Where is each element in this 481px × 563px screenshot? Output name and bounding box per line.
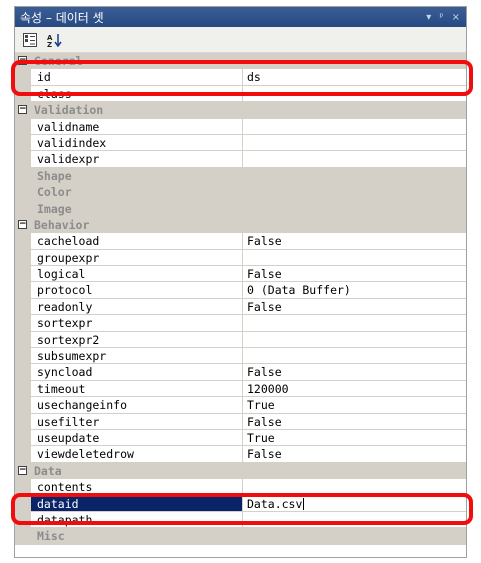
category-color[interactable]: Color <box>15 184 466 201</box>
property-row-contents[interactable]: contents <box>15 479 466 496</box>
property-row-sortexpr2[interactable]: sortexpr2 <box>15 331 466 349</box>
property-grid: − General id ds class − Validation valid… <box>15 53 466 545</box>
svg-text:Z: Z <box>47 41 52 48</box>
property-row-dataid[interactable]: dataid Data.csv <box>15 495 466 512</box>
property-value-text: Data.csv <box>247 496 303 511</box>
property-row-logical[interactable]: logical False <box>15 266 466 283</box>
category-general[interactable]: − General <box>15 53 466 70</box>
category-label: Misc <box>37 529 65 544</box>
property-name: id <box>31 69 243 86</box>
category-shape[interactable]: Shape <box>15 167 466 185</box>
categorized-icon[interactable] <box>21 31 39 49</box>
property-value[interactable]: ds <box>243 69 466 86</box>
category-data[interactable]: − Data <box>15 462 466 480</box>
property-name: validname <box>31 118 243 135</box>
property-value[interactable] <box>243 512 466 529</box>
property-row-datapath[interactable]: datapath <box>15 511 466 529</box>
property-name: syncload <box>31 364 243 381</box>
property-row-usefilter[interactable]: usefilter False <box>15 413 466 430</box>
category-label: Shape <box>37 168 72 183</box>
property-name: datapath <box>31 511 243 529</box>
close-icon[interactable]: × <box>452 12 460 23</box>
property-row-validname[interactable]: validname <box>15 118 466 135</box>
property-row-id[interactable]: id ds <box>15 69 466 86</box>
collapse-icon[interactable]: − <box>18 219 27 229</box>
toolbar: A Z <box>15 27 466 53</box>
property-row-sortexpr[interactable]: sortexpr <box>15 315 466 332</box>
property-value[interactable]: False <box>243 364 466 381</box>
property-row-validexpr[interactable]: validexpr <box>15 151 466 168</box>
property-name: dataid <box>31 495 243 512</box>
pin-icon[interactable]: ᵖ <box>439 12 443 23</box>
category-behavior[interactable]: − Behavior <box>15 216 466 234</box>
collapse-icon[interactable]: − <box>18 105 27 115</box>
property-name: sortexpr2 <box>31 331 243 349</box>
property-name: validexpr <box>31 151 243 168</box>
property-value[interactable] <box>243 348 466 365</box>
window-title: 속성 – 데이터 셋 <box>20 10 104 25</box>
collapse-icon[interactable]: − <box>18 465 27 475</box>
property-name: sortexpr <box>31 315 243 332</box>
property-name: useupdate <box>31 429 243 447</box>
property-name: cacheload <box>31 233 243 250</box>
category-label: Validation <box>34 103 104 118</box>
property-name: viewdeletedrow <box>31 446 243 463</box>
property-name: usefilter <box>31 413 243 430</box>
sort-alphabetical-icon[interactable]: A Z <box>45 31 63 49</box>
property-value[interactable]: True <box>243 397 466 414</box>
category-validation[interactable]: − Validation <box>15 102 466 119</box>
property-value[interactable] <box>243 479 466 496</box>
property-value[interactable] <box>243 315 466 332</box>
property-row-validindex[interactable]: validindex <box>15 134 466 152</box>
property-row-groupexpr[interactable]: groupexpr <box>15 249 466 267</box>
property-value[interactable]: False <box>243 414 466 430</box>
category-label: General <box>34 54 83 68</box>
category-label: Image <box>37 201 72 216</box>
property-row-class[interactable]: class <box>15 85 466 103</box>
text-cursor <box>303 498 305 511</box>
property-row-cacheload[interactable]: cacheload False <box>15 233 466 250</box>
property-name: validindex <box>31 134 243 152</box>
property-value[interactable] <box>243 250 466 267</box>
property-name: class <box>31 85 243 103</box>
category-label: Behavior <box>34 217 90 232</box>
category-label: Data <box>34 463 62 478</box>
property-value[interactable]: False <box>243 299 466 316</box>
property-value[interactable]: False <box>243 266 466 283</box>
property-row-useupdate[interactable]: useupdate True <box>15 429 466 447</box>
property-name: usechangeinfo <box>31 397 243 414</box>
collapse-icon[interactable]: − <box>18 56 27 65</box>
property-name: readonly <box>31 298 243 316</box>
property-value[interactable]: 120000 <box>243 381 466 398</box>
property-name: protocol <box>31 282 243 299</box>
property-name: subsumexpr <box>31 348 243 365</box>
property-name: groupexpr <box>31 249 243 267</box>
property-row-timeout[interactable]: timeout 120000 <box>15 380 466 398</box>
property-row-syncload[interactable]: syncload False <box>15 364 466 381</box>
property-row-viewdeletedrow[interactable]: viewdeletedrow False <box>15 446 466 463</box>
property-value[interactable]: 0 (Data Buffer) <box>243 282 466 299</box>
property-value[interactable] <box>243 119 466 135</box>
properties-panel: 속성 – 데이터 셋 ▾ ᵖ × A Z − General id ds cla… <box>14 6 467 558</box>
category-misc[interactable]: Misc <box>15 528 466 545</box>
property-value-editor[interactable]: Data.csv <box>243 496 466 512</box>
property-row-usechangeinfo[interactable]: usechangeinfo True <box>15 397 466 414</box>
property-value[interactable]: False <box>243 446 466 463</box>
property-name: contents <box>31 479 243 496</box>
property-value[interactable]: True <box>243 430 466 447</box>
dropdown-icon[interactable]: ▾ <box>426 12 431 23</box>
property-value[interactable] <box>243 151 466 168</box>
property-value[interactable] <box>243 332 466 349</box>
property-value[interactable] <box>243 135 466 152</box>
category-image[interactable]: Image <box>15 200 466 217</box>
title-bar[interactable]: 속성 – 데이터 셋 ▾ ᵖ × <box>15 7 466 27</box>
property-value[interactable] <box>243 86 466 103</box>
property-value[interactable]: False <box>243 233 466 250</box>
property-row-subsumexpr[interactable]: subsumexpr <box>15 348 466 365</box>
property-name: timeout <box>31 380 243 398</box>
property-name: logical <box>31 266 243 283</box>
property-row-readonly[interactable]: readonly False <box>15 298 466 316</box>
category-label: Color <box>37 185 72 200</box>
property-row-protocol[interactable]: protocol 0 (Data Buffer) <box>15 282 466 299</box>
